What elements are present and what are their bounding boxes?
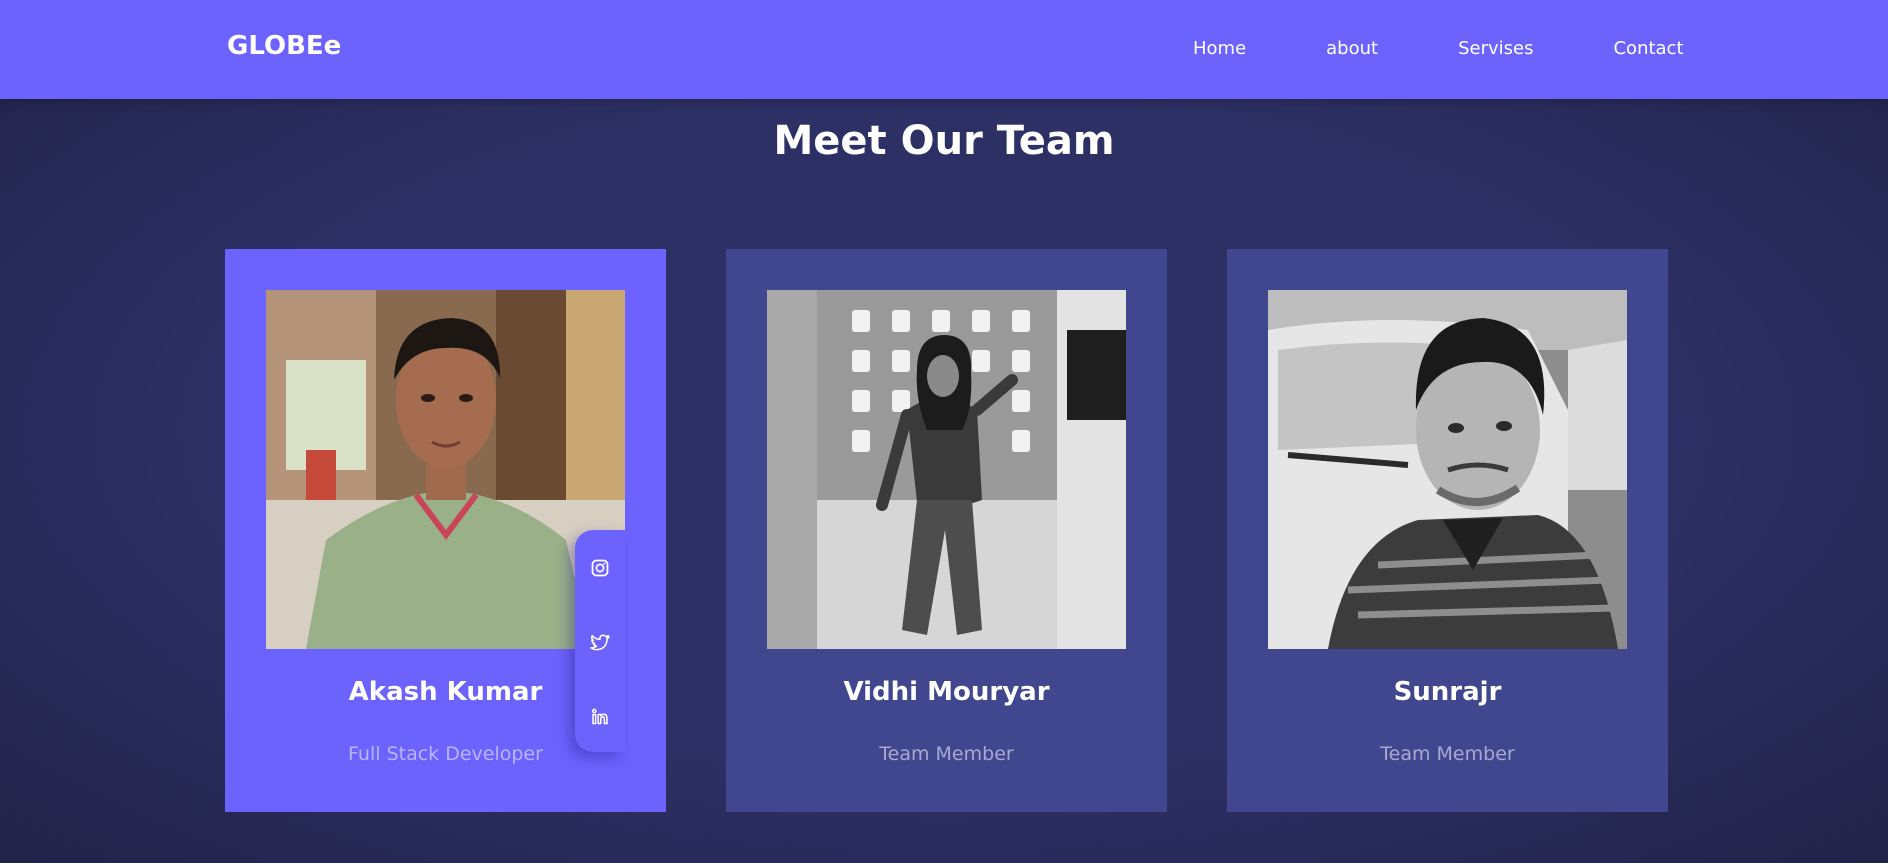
team-card-akash[interactable]: Akash Kumar Full Stack Developer [225, 249, 666, 812]
linkedin-icon[interactable] [588, 705, 612, 729]
social-links-panel [575, 530, 625, 752]
member-photo [1268, 290, 1627, 649]
portrait-image [266, 290, 625, 649]
team-card-sunrajr[interactable]: Sunrajr Team Member [1227, 249, 1668, 812]
nav-link-contact[interactable]: Contact [1613, 38, 1683, 59]
nav-link-home[interactable]: Home [1193, 38, 1246, 59]
portrait-image [1268, 290, 1627, 649]
instagram-icon[interactable] [588, 556, 612, 580]
section-title: Meet Our Team [773, 118, 1115, 164]
nav-link-services[interactable]: Servises [1458, 38, 1533, 59]
twitter-icon[interactable] [588, 631, 612, 655]
nav-link-about[interactable]: about [1326, 38, 1378, 59]
member-role: Team Member [1380, 743, 1515, 765]
member-role: Team Member [879, 743, 1014, 765]
portrait-image [767, 290, 1126, 649]
member-name: Vidhi Mouryar [843, 677, 1050, 707]
brand-logo[interactable]: GLOBEe [227, 31, 341, 61]
member-photo [266, 290, 625, 649]
nav-links: Home about Servises Contact [1193, 38, 1684, 59]
member-photo [767, 290, 1126, 649]
navbar: GLOBEe Home about Servises Contact [0, 0, 1888, 99]
member-name: Sunrajr [1393, 677, 1502, 707]
team-card-vidhi[interactable]: Vidhi Mouryar Team Member [726, 249, 1167, 812]
